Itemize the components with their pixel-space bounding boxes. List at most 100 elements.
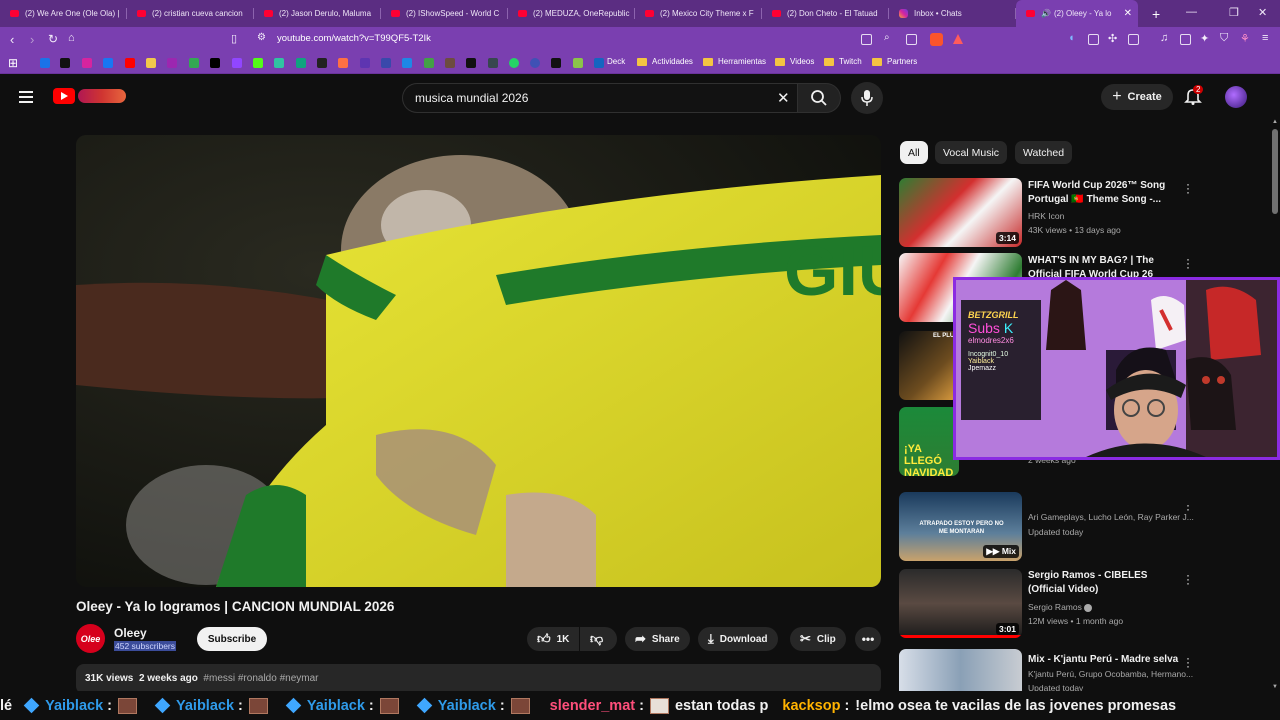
app-icon[interactable] <box>530 58 540 68</box>
related-channel[interactable]: Ari Gameplays, Lucho León, Ray Parker J.… <box>1028 511 1198 523</box>
bookmark-folder-herramientas[interactable]: Herramientas <box>703 57 766 66</box>
browser-tab[interactable]: (2) MEDUZA, OneRepublic <box>508 0 635 27</box>
related-thumbnail[interactable]: 3:01 <box>899 569 1022 638</box>
menu-icon[interactable]: ≡ <box>1262 32 1268 44</box>
voice-search-button[interactable] <box>851 82 883 114</box>
share-page-icon[interactable] <box>906 34 917 45</box>
apps-icon[interactable]: ⊞ <box>8 56 18 70</box>
notifications-button[interactable]: 2 <box>1184 85 1204 107</box>
new-tab-button[interactable]: + <box>1152 6 1160 22</box>
browser-tab[interactable]: (2) Don Cheto - El Tatuad <box>762 0 889 27</box>
hamburger-menu-icon[interactable] <box>19 91 33 103</box>
close-tab-icon[interactable]: ✕ <box>1124 8 1132 19</box>
x-icon[interactable] <box>210 58 220 68</box>
browser-tab[interactable]: (2) Mexico City Theme x F <box>635 0 762 27</box>
channel-name[interactable]: Oleey <box>114 626 147 640</box>
home-icon[interactable]: ⌂ <box>68 32 75 44</box>
more-actions-button[interactable]: ••• <box>855 627 881 651</box>
bookmark-folder-twitch[interactable]: Twitch <box>824 57 862 66</box>
chat-icon[interactable] <box>424 58 434 68</box>
profile-icon[interactable]: ⚘ <box>1240 32 1250 45</box>
related-thumbnail[interactable] <box>899 649 1022 691</box>
avatar[interactable] <box>1225 86 1247 108</box>
youtube-logo[interactable] <box>53 88 75 104</box>
chip-all[interactable]: All <box>900 141 928 164</box>
related-title[interactable]: FIFA World Cup 2026™ Song Portugal 🇵🇹 The… <box>1028 179 1178 207</box>
browser-tab[interactable]: Inbox • Chats <box>889 0 1016 27</box>
hashtags[interactable]: #messi #ronaldo #neymar <box>203 673 318 684</box>
app-icon[interactable] <box>573 58 583 68</box>
app-icon[interactable] <box>551 58 561 68</box>
browser-tab[interactable]: (2) cristian cueva cancion <box>127 0 254 27</box>
related-channel[interactable]: K'jantu Perú, Grupo Ocobamba, Hermano... <box>1028 668 1198 680</box>
related-thumbnail[interactable]: ¡YA LLEGÓ NAVIDAD <box>899 407 959 476</box>
capcut-icon[interactable] <box>466 58 476 68</box>
streamer-icon[interactable] <box>445 58 455 68</box>
more-vertical-icon[interactable]: · · <box>1185 499 1191 515</box>
cloud-icon[interactable] <box>402 58 412 68</box>
browser-tab[interactable]: (2) Jason Derulo, Maluma <box>254 0 381 27</box>
back-icon[interactable]: ‹ <box>10 32 14 47</box>
forward-icon[interactable]: › <box>30 32 34 47</box>
leo-icon[interactable]: ✦ <box>1200 32 1209 45</box>
sidebar-icon[interactable] <box>1128 34 1139 45</box>
description-box[interactable]: 31K views 2 weeks ago #messi #ronaldo #n… <box>76 664 881 694</box>
clip-button[interactable]: ✂ Clip <box>790 627 846 651</box>
like-button[interactable]: 👍︎ 1K <box>527 627 579 651</box>
minimize-icon[interactable]: — <box>1186 6 1197 18</box>
more-vertical-icon[interactable]: · · · <box>1185 652 1191 672</box>
kick-shortcut-icon[interactable] <box>146 58 156 68</box>
browser-tab[interactable]: (2) We Are One (Ole Ola) | <box>0 0 127 27</box>
deck-icon[interactable] <box>594 58 604 68</box>
related-title[interactable]: Sergio Ramos - CIBELES (Official Video) <box>1028 569 1178 597</box>
puzzle-icon[interactable]: ✣ <box>1108 32 1117 45</box>
chatgpt-icon[interactable] <box>296 58 306 68</box>
search-input[interactable]: musica mundial 2026 <box>415 91 528 105</box>
related-channel[interactable]: Sergio Ramos <box>1028 601 1198 613</box>
chip-watched[interactable]: Watched <box>1015 141 1073 164</box>
doodle-logo[interactable] <box>78 89 126 103</box>
browser-tab-active[interactable]: 🔊 (2) Oleey - Ya lo lo ✕ <box>1016 0 1138 27</box>
search-button[interactable] <box>797 83 841 113</box>
close-window-icon[interactable]: ✕ <box>1258 6 1267 19</box>
scrollbar-up-arrow[interactable]: ▲ <box>1272 119 1278 125</box>
screen-icon[interactable] <box>861 34 872 45</box>
video-player[interactable]: GIU <box>76 135 881 587</box>
related-title[interactable]: Mix - K'jantu Perú - Madre selva <box>1028 653 1198 667</box>
bookmark-folder-actividades[interactable]: Actividades <box>637 57 693 66</box>
whatsapp-icon[interactable] <box>509 58 519 68</box>
facebook-icon[interactable] <box>103 58 113 68</box>
rewards-icon[interactable] <box>953 34 963 44</box>
bookmark-icon[interactable]: ▯ <box>231 32 237 45</box>
subscribe-button[interactable]: Subscribe <box>197 627 267 651</box>
browser-tab[interactable]: (2) IShowSpeed - World C <box>381 0 508 27</box>
more-vertical-icon[interactable]: · · · <box>1185 178 1191 198</box>
maximize-icon[interactable]: ❐ <box>1229 6 1239 19</box>
search-box[interactable]: musica mundial 2026 ✕ <box>402 83 797 113</box>
bookmark-folder-videos[interactable]: Videos <box>775 57 814 66</box>
site-info-icon[interactable]: ⚙ <box>257 32 266 43</box>
scrollbar-down-arrow[interactable]: ▼ <box>1272 684 1278 690</box>
music-icon[interactable]: ♫ <box>1160 32 1168 44</box>
bookmark-folder-partners[interactable]: Partners <box>872 57 917 66</box>
game-icon[interactable] <box>381 58 391 68</box>
upload-icon[interactable] <box>360 58 370 68</box>
related-thumbnail[interactable]: EL PLU <box>899 331 959 400</box>
mail-icon[interactable] <box>488 58 498 68</box>
share-button[interactable]: ➦ Share <box>625 627 690 651</box>
channel-avatar[interactable]: Olee <box>76 624 105 653</box>
related-channel[interactable]: HRK Icon <box>1028 210 1198 222</box>
vpn-icon[interactable]: ⛉ <box>1220 32 1228 45</box>
wallet-icon[interactable] <box>1180 34 1191 45</box>
extension-icon[interactable]: ◖ <box>1068 32 1075 44</box>
more-vertical-icon[interactable]: · · · <box>1185 569 1191 589</box>
dislike-button[interactable]: 👎︎ <box>580 627 617 651</box>
reload-icon[interactable]: ↻ <box>48 32 58 46</box>
stream-tool-icon[interactable] <box>167 58 177 68</box>
twitch-icon[interactable] <box>232 58 242 68</box>
create-button[interactable]: + Create <box>1101 84 1173 110</box>
brave-shield-icon[interactable] <box>930 33 943 46</box>
streamlabs-icon[interactable] <box>274 58 284 68</box>
clear-search-icon[interactable]: ✕ <box>777 89 790 107</box>
tiktok-icon[interactable] <box>60 58 70 68</box>
